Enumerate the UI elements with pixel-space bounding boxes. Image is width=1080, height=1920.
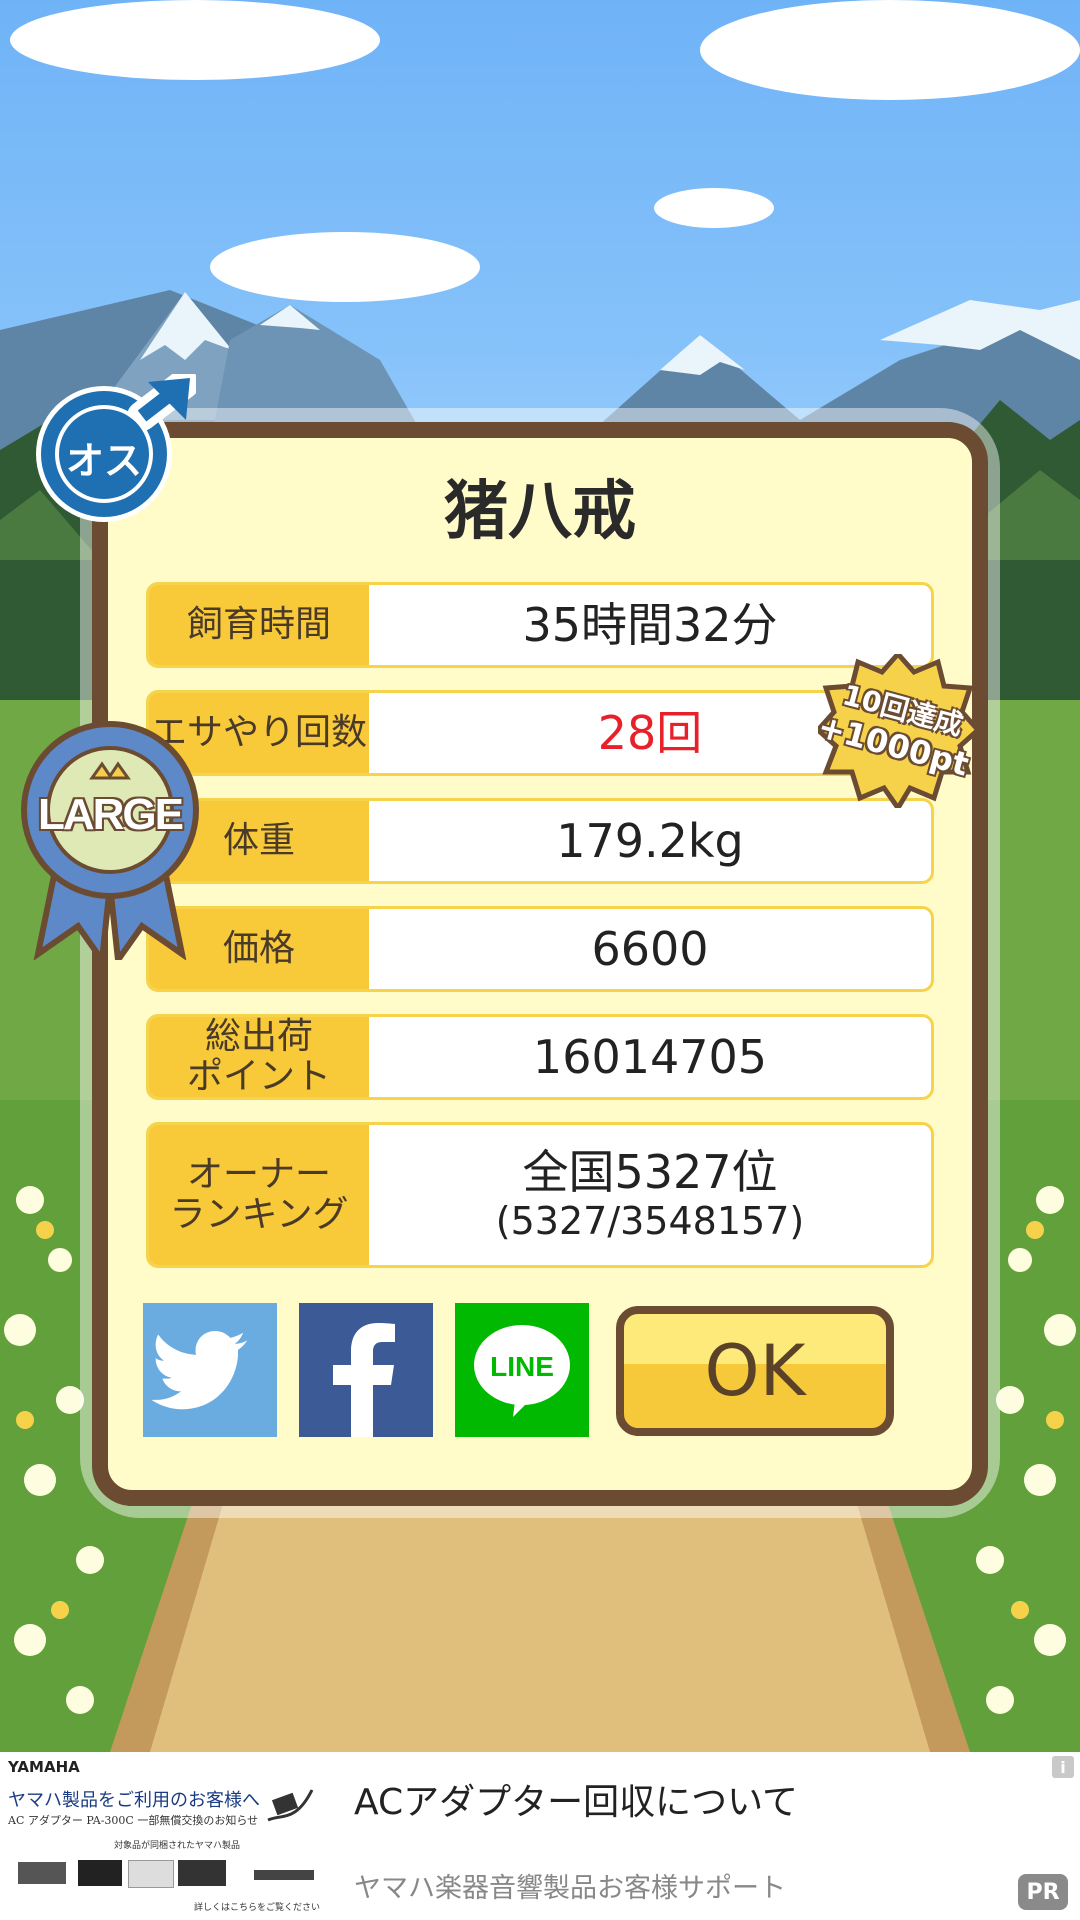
- ad-sponsor: ヤマハ楽器音響製品お客様サポート: [354, 1873, 786, 1904]
- ad-pr-badge: PR: [1018, 1874, 1068, 1910]
- stat-row-total-points: 総出荷 ポイント 16014705: [146, 1014, 934, 1100]
- stat-row-weight: 体重 179.2kg: [146, 798, 934, 884]
- ad-thumb-more: 詳しくはこちらをご覧ください ≫: [194, 1903, 322, 1913]
- ad-thumb-caption: 対象品が同梱されたヤマハ製品: [114, 1841, 241, 1851]
- twitter-share-button[interactable]: [143, 1303, 277, 1437]
- achievement-badge: 10回達成 +1000pt: [814, 650, 982, 813]
- ad-info-icon[interactable]: i: [1052, 1756, 1074, 1778]
- stat-value: 28回: [597, 706, 703, 760]
- ad-thumb-subline: AC アダプター PA-300C 一部無償交換のお知らせ: [8, 1814, 259, 1827]
- stat-value: 35時間32分: [522, 598, 778, 652]
- pet-name: 猪八戒: [444, 475, 636, 549]
- twitter-bird-icon: [151, 1331, 248, 1410]
- stat-label: オーナー ランキング: [149, 1125, 369, 1265]
- stat-value: 全国5327位: [522, 1145, 778, 1199]
- stat-row-breeding-time: 飼育時間 35時間32分: [146, 582, 934, 668]
- stat-row-price: 価格 6600: [146, 906, 934, 992]
- male-gender-badge: オス: [36, 369, 199, 526]
- ribbon-label: LARGE: [38, 790, 184, 839]
- stat-sub-value: (5327/3548157): [495, 1199, 805, 1243]
- ad-thumb-headline: ヤマハ製品をご利用のお客様へ: [8, 1790, 260, 1811]
- stat-value: 16014705: [532, 1030, 768, 1084]
- ad-title[interactable]: ACアダプター回収について: [354, 1773, 798, 1825]
- line-share-button[interactable]: LINE: [455, 1303, 589, 1437]
- gender-badge-label: オス: [65, 439, 142, 483]
- ad-brand-logo: YAMAHA: [8, 1758, 80, 1776]
- ad-thumbnail[interactable]: YAMAHA ヤマハ製品をご利用のお客様へ AC アダプター PA-300C 一…: [4, 1756, 322, 1916]
- ok-button-label: OK: [704, 1330, 806, 1412]
- ad-adapter-image: [266, 1784, 314, 1824]
- facebook-share-button[interactable]: [299, 1303, 433, 1437]
- stat-label: 総出荷 ポイント: [149, 1017, 369, 1097]
- stat-row-owner-ranking: オーナー ランキング 全国5327位 (5327/3548157): [146, 1122, 934, 1268]
- stat-value: 179.2kg: [556, 814, 744, 868]
- large-size-ribbon: LARGE: [18, 716, 202, 969]
- ad-product-images: [18, 1852, 318, 1896]
- stat-value: 6600: [591, 922, 709, 976]
- ok-button[interactable]: OK: [616, 1306, 894, 1436]
- facebook-f-icon: [333, 1323, 395, 1437]
- line-label: LINE: [490, 1351, 554, 1382]
- stat-label: 飼育時間: [149, 585, 369, 665]
